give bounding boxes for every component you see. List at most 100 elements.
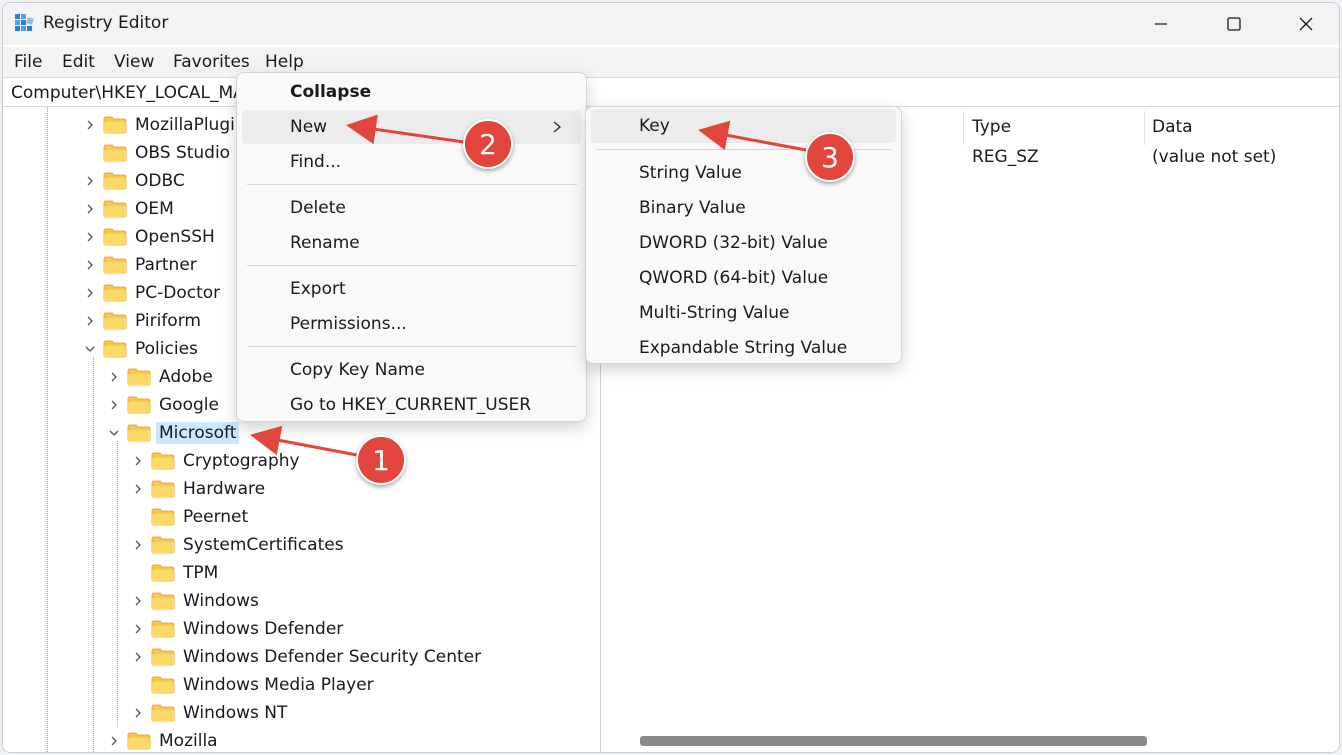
tree-item[interactable]: Partner (83, 251, 200, 279)
folder-icon (151, 676, 175, 694)
ctx-find[interactable]: Find... (242, 145, 581, 179)
chevron-right-icon[interactable] (83, 286, 97, 300)
sub-key[interactable]: Key (591, 109, 896, 143)
tree-item[interactable]: Windows NT (131, 699, 290, 727)
chevron-right-icon (553, 121, 562, 133)
tree-item[interactable]: Cryptography (131, 447, 303, 475)
tree-item[interactable]: Hardware (131, 475, 268, 503)
sub-multi-string-value[interactable]: Multi-String Value (591, 296, 896, 330)
tree-item-label: Google (159, 395, 219, 415)
chevron-right-icon[interactable] (107, 734, 121, 748)
sub-dword-value[interactable]: DWORD (32-bit) Value (591, 226, 896, 260)
column-separator[interactable] (963, 111, 964, 145)
menu-favorites[interactable]: Favorites (173, 52, 250, 72)
tree-connector (83, 146, 97, 160)
chevron-right-icon[interactable] (83, 258, 97, 272)
tree-guide-line (117, 441, 118, 726)
menu-file[interactable]: File (14, 52, 42, 72)
tree-item-label: Windows Defender Security Center (183, 647, 482, 667)
tree-item[interactable]: Google (107, 391, 222, 419)
chevron-right-icon[interactable] (131, 622, 145, 636)
value-data-cell[interactable]: (value not set) (1152, 147, 1276, 167)
window-title: Registry Editor (43, 13, 169, 33)
values-scrollbar-thumb[interactable] (640, 736, 1147, 746)
menu-view[interactable]: View (114, 52, 154, 72)
folder-icon (103, 340, 127, 358)
chevron-right-icon[interactable] (83, 118, 97, 132)
tree-item-label: Peernet (183, 507, 249, 527)
tree-item[interactable]: Piriform (83, 307, 204, 335)
sub-qword-value[interactable]: QWORD (64-bit) Value (591, 261, 896, 295)
ctx-copy-key-name[interactable]: Copy Key Name (242, 353, 581, 387)
chevron-right-icon[interactable] (131, 650, 145, 664)
tree-item[interactable]: TPM (131, 559, 221, 587)
menu-edit[interactable]: Edit (62, 52, 95, 72)
maximize-button[interactable] (1199, 3, 1269, 45)
tree-item[interactable]: OBS Studio (83, 139, 233, 167)
address-bar[interactable]: Computer\HKEY_LOCAL_MA (3, 77, 1339, 107)
menu-help[interactable]: Help (265, 52, 304, 72)
tree-item[interactable]: PC-Doctor (83, 279, 223, 307)
chevron-right-icon[interactable] (131, 538, 145, 552)
tree-item[interactable]: OEM (83, 195, 177, 223)
tree-item-label: SystemCertificates (183, 535, 344, 555)
tree-item-label: Windows (183, 591, 259, 611)
minimize-button[interactable] (1126, 3, 1196, 45)
tree-item[interactable]: Windows Defender Security Center (131, 643, 484, 671)
tree-item[interactable]: OpenSSH (83, 223, 218, 251)
ctx-new[interactable]: New (242, 110, 581, 144)
tree-item-label: OBS Studio (135, 143, 231, 163)
annotation-badge-1: 1 (356, 435, 406, 485)
tree-item[interactable]: Mozilla (107, 727, 221, 752)
chevron-right-icon[interactable] (83, 314, 97, 328)
context-menu: Collapse New Find... Delete Rename Expor… (236, 72, 587, 422)
ctx-delete[interactable]: Delete (242, 191, 581, 225)
chevron-down-icon[interactable] (83, 342, 97, 356)
ctx-goto-hkcu[interactable]: Go to HKEY_CURRENT_USER (242, 388, 581, 422)
chevron-right-icon[interactable] (131, 482, 145, 496)
tree-guide-line (93, 357, 94, 752)
column-separator[interactable] (1144, 111, 1145, 145)
tree-item[interactable]: Windows Defender (131, 615, 346, 643)
folder-icon (151, 452, 175, 470)
tree-item[interactable]: Microsoft (107, 419, 240, 447)
folder-icon (127, 424, 151, 442)
chevron-right-icon[interactable] (83, 174, 97, 188)
tree-item[interactable]: MozillaPlugir (83, 111, 245, 139)
tree-item[interactable]: Windows Media Player (131, 671, 377, 699)
ctx-collapse[interactable]: Collapse (242, 75, 581, 109)
tree-item[interactable]: Windows (131, 587, 262, 615)
menu-bar: File Edit View Favorites Help (3, 47, 1339, 77)
folder-icon (151, 648, 175, 666)
sub-binary-value[interactable]: Binary Value (591, 191, 896, 225)
chevron-down-icon[interactable] (107, 426, 121, 440)
tree-item[interactable]: Adobe (107, 363, 216, 391)
value-type-cell[interactable]: REG_SZ (972, 147, 1039, 167)
chevron-right-icon[interactable] (83, 230, 97, 244)
folder-icon (127, 396, 151, 414)
tree-item[interactable]: SystemCertificates (131, 531, 347, 559)
ctx-export[interactable]: Export (242, 272, 581, 306)
tree-guide-line (47, 107, 48, 752)
folder-icon (103, 228, 127, 246)
tree-item[interactable]: Policies (83, 335, 201, 363)
chevron-right-icon[interactable] (83, 202, 97, 216)
chevron-right-icon[interactable] (131, 594, 145, 608)
chevron-right-icon[interactable] (131, 706, 145, 720)
sub-expandable-string-value[interactable]: Expandable String Value (591, 331, 896, 365)
close-button[interactable] (1271, 3, 1339, 45)
tree-item[interactable]: Peernet (131, 503, 251, 531)
chevron-right-icon[interactable] (107, 370, 121, 384)
ctx-permissions[interactable]: Permissions... (242, 307, 581, 341)
chevron-right-icon[interactable] (131, 454, 145, 468)
tree-connector (131, 510, 145, 524)
column-header-data[interactable]: Data (1152, 117, 1193, 137)
column-header-type[interactable]: Type (972, 117, 1011, 137)
tree-item[interactable]: ODBC (83, 167, 188, 195)
chevron-right-icon[interactable] (107, 398, 121, 412)
new-submenu: Key String Value Binary Value DWORD (32-… (585, 106, 902, 364)
folder-icon (103, 172, 127, 190)
tree-item-label: MozillaPlugir (135, 115, 242, 135)
tree-item-label: Windows Media Player (183, 675, 374, 695)
ctx-rename[interactable]: Rename (242, 226, 581, 260)
